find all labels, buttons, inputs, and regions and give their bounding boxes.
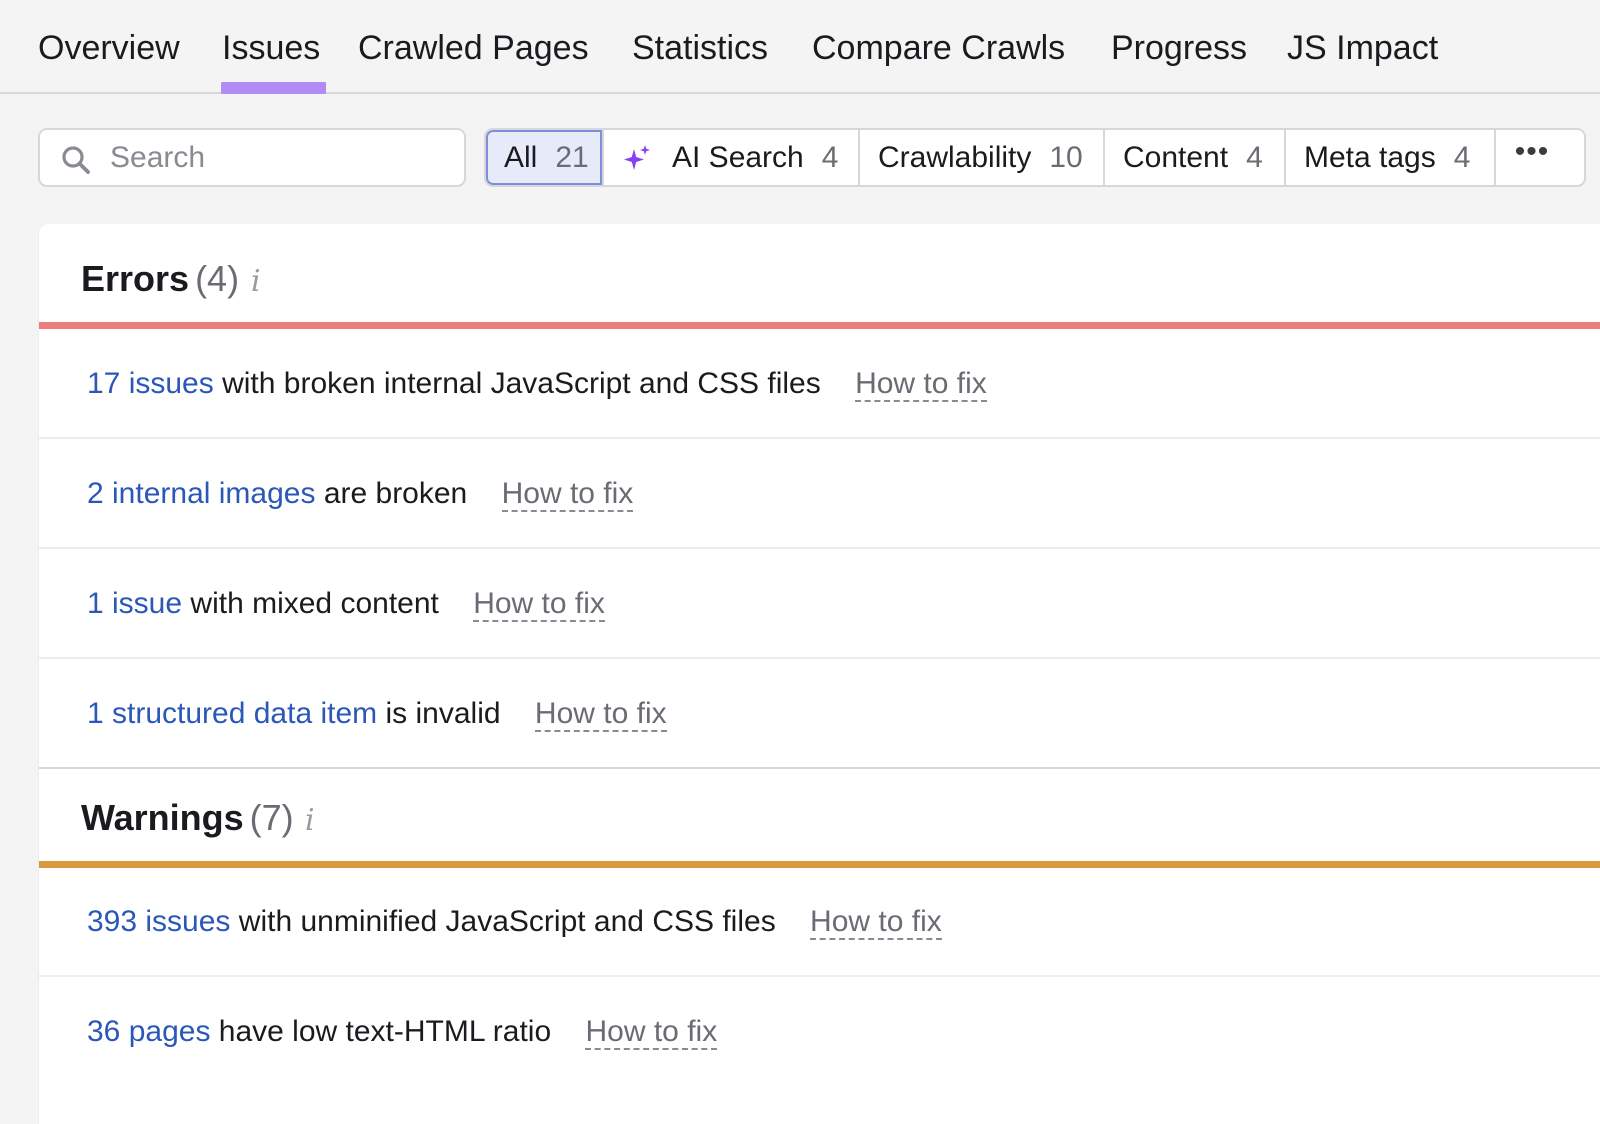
tab-overview[interactable]: Overview bbox=[38, 26, 180, 70]
how-to-fix-link[interactable]: How to fix bbox=[534, 697, 667, 732]
issue-link[interactable]: 2 internal images bbox=[87, 477, 315, 510]
top-tabs: Overview Issues Crawled Pages Statistics… bbox=[0, 0, 1600, 94]
tab-js-impact[interactable]: JS Impact bbox=[1287, 26, 1438, 70]
errors-count: (4) bbox=[195, 258, 240, 299]
more-icon: ••• bbox=[1514, 134, 1550, 168]
how-to-fix-link[interactable]: How to fix bbox=[810, 905, 942, 940]
search-box bbox=[38, 128, 466, 187]
filter-count: 4 bbox=[1453, 140, 1471, 174]
filter-content[interactable]: Content 4 bbox=[1105, 130, 1286, 185]
warnings-header: Warnings (7) i bbox=[39, 763, 1600, 867]
filter-label: All bbox=[504, 140, 538, 174]
filter-count: 21 bbox=[555, 140, 589, 174]
issues-card: Errors (4) i 17 issues with broken intern… bbox=[38, 224, 1600, 1124]
info-icon[interactable]: i bbox=[251, 264, 261, 299]
filter-count: 4 bbox=[821, 140, 839, 174]
how-to-fix-link[interactable]: How to fix bbox=[855, 367, 987, 402]
errors-header: Errors (4) i bbox=[39, 224, 1600, 328]
issue-row: 17 issues with broken internal JavaScrip… bbox=[39, 329, 1600, 439]
filter-count: 10 bbox=[1049, 140, 1083, 174]
filter-label: Meta tags bbox=[1304, 140, 1436, 174]
more-filters-button[interactable]: ••• bbox=[1496, 130, 1568, 185]
search-icon bbox=[62, 146, 90, 174]
tab-progress[interactable]: Progress bbox=[1111, 26, 1247, 70]
issue-text: 2 internal images are broken How to fix bbox=[87, 476, 634, 512]
warnings-title: Warnings (7) bbox=[81, 797, 294, 839]
ai-sparkle-icon bbox=[624, 144, 650, 170]
issue-text: 1 issue with mixed content How to fix bbox=[87, 586, 605, 622]
tab-issues[interactable]: Issues bbox=[220, 26, 327, 94]
issue-link[interactable]: 1 issue bbox=[87, 587, 182, 620]
issue-link[interactable]: 36 pages bbox=[87, 1015, 210, 1048]
errors-title: Errors (4) bbox=[81, 258, 239, 300]
issue-row: 1 structured data item is invalid How to… bbox=[39, 659, 1600, 769]
issue-row: 2 internal images are broken How to fix bbox=[39, 439, 1600, 549]
filter-all[interactable]: All 21 bbox=[486, 130, 604, 185]
tab-compare-crawls[interactable]: Compare Crawls bbox=[812, 26, 1065, 70]
issue-description: with mixed content bbox=[190, 587, 439, 620]
filter-label: Content bbox=[1123, 140, 1229, 174]
issue-description: is invalid bbox=[385, 697, 501, 730]
issue-text: 393 issues with unminified JavaScript an… bbox=[87, 904, 942, 940]
issue-row: 393 issues with unminified JavaScript an… bbox=[39, 867, 1600, 977]
category-filter: All 21 AI Search 4 Crawlability 10 Conte… bbox=[484, 128, 1586, 187]
search-input[interactable] bbox=[110, 138, 450, 178]
tab-statistics[interactable]: Statistics bbox=[632, 26, 768, 70]
filter-crawlability[interactable]: Crawlability 10 bbox=[860, 130, 1105, 185]
errors-title-label: Errors bbox=[81, 258, 190, 299]
filter-meta-tags[interactable]: Meta tags 4 bbox=[1286, 130, 1496, 185]
issue-row: 1 issue with mixed content How to fix bbox=[39, 549, 1600, 659]
how-to-fix-link[interactable]: How to fix bbox=[501, 477, 634, 512]
how-to-fix-link[interactable]: How to fix bbox=[585, 1015, 718, 1050]
issue-description: with broken internal JavaScript and CSS … bbox=[222, 367, 821, 400]
warnings-count: (7) bbox=[249, 797, 294, 838]
issue-text: 1 structured data item is invalid How to… bbox=[87, 696, 667, 732]
filter-ai-search[interactable]: AI Search 4 bbox=[604, 130, 860, 185]
issue-link[interactable]: 1 structured data item bbox=[87, 697, 377, 730]
errors-severity-bar bbox=[39, 322, 1600, 329]
filter-label: AI Search bbox=[672, 140, 804, 174]
issue-row: 36 pages have low text-HTML ratio How to… bbox=[39, 977, 1600, 1087]
issue-link[interactable]: 393 issues bbox=[87, 905, 230, 938]
filter-count: 4 bbox=[1246, 140, 1263, 174]
issue-description: have low text-HTML ratio bbox=[218, 1015, 552, 1048]
issue-text: 36 pages have low text-HTML ratio How to… bbox=[87, 1014, 718, 1050]
warnings-title-label: Warnings bbox=[81, 797, 244, 838]
issue-description: are broken bbox=[323, 477, 468, 510]
issue-link[interactable]: 17 issues bbox=[87, 367, 214, 400]
issue-description: with unminified JavaScript and CSS files bbox=[238, 905, 776, 938]
issue-text: 17 issues with broken internal JavaScrip… bbox=[87, 366, 987, 402]
info-icon[interactable]: i bbox=[305, 803, 315, 838]
filter-label: Crawlability bbox=[878, 140, 1032, 174]
tab-crawled-pages[interactable]: Crawled Pages bbox=[358, 26, 589, 70]
how-to-fix-link[interactable]: How to fix bbox=[473, 587, 605, 622]
